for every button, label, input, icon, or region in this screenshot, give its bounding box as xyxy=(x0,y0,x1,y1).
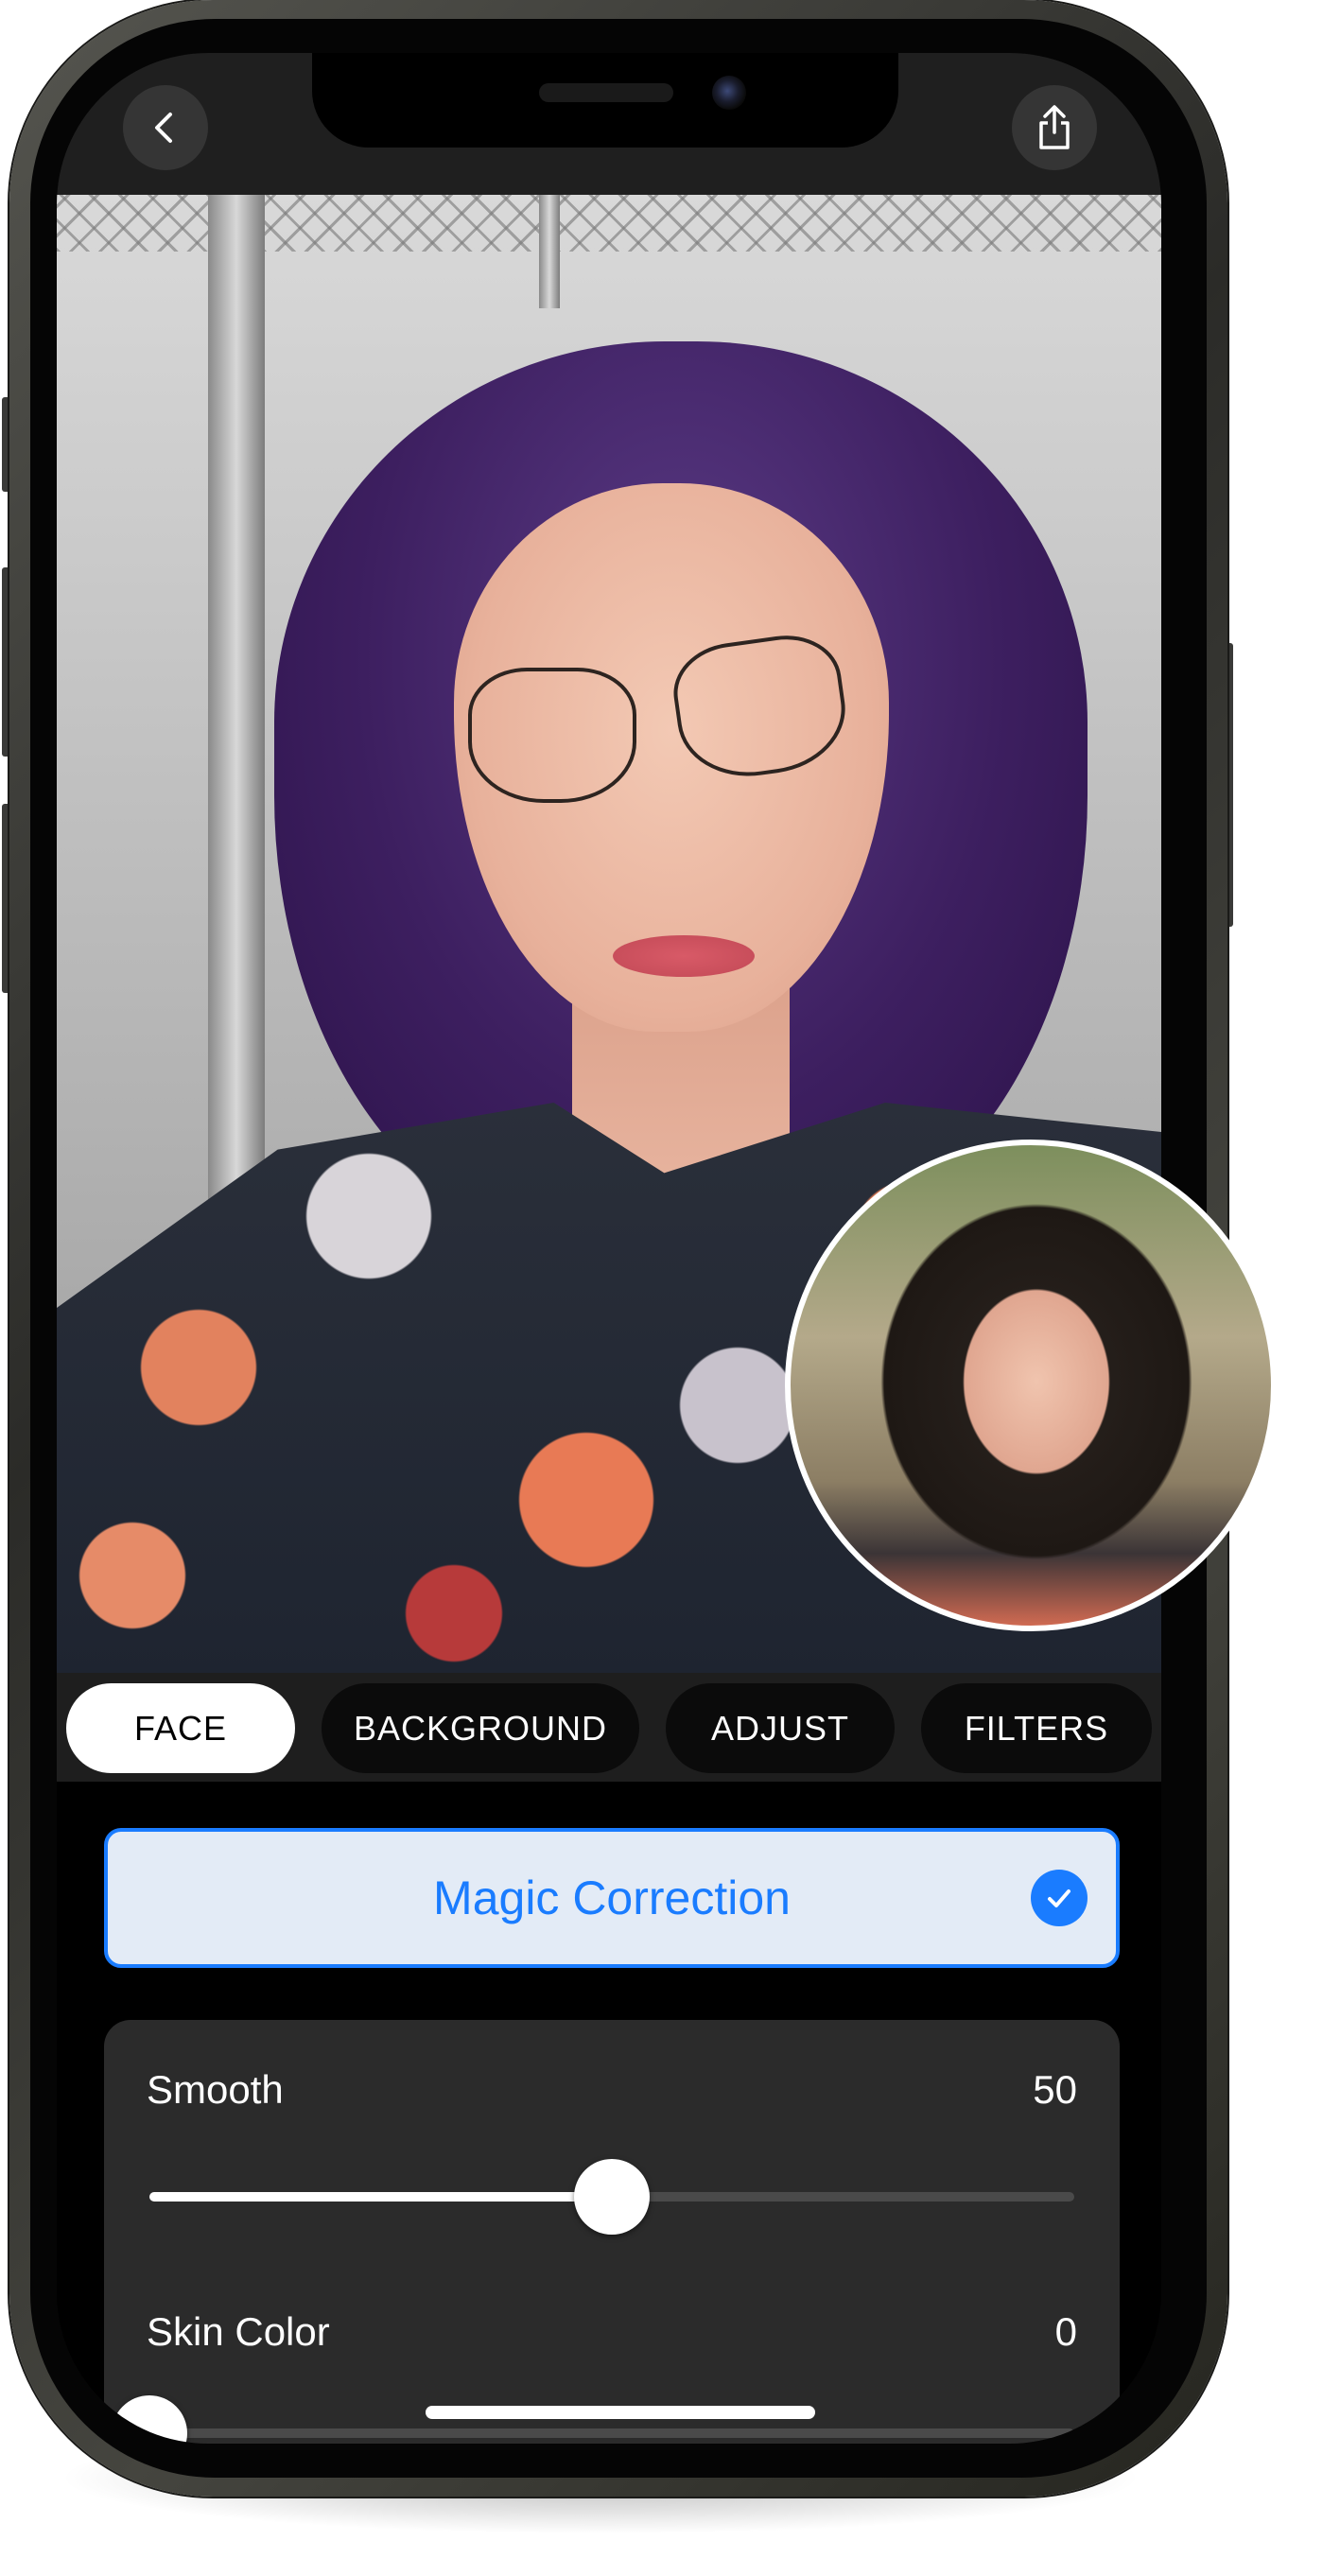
checkmark-icon xyxy=(1031,1870,1088,1926)
share-button[interactable] xyxy=(1012,85,1097,170)
background-pole xyxy=(539,195,560,308)
tab-adjust[interactable]: ADJUST xyxy=(666,1683,895,1773)
adjustments-panel: Smooth 50 Skin Color 0 xyxy=(104,2020,1120,2444)
tab-bar: FACE BACKGROUND ADJUST FILTERS xyxy=(57,1673,1161,1782)
back-button[interactable] xyxy=(123,85,208,170)
home-indicator xyxy=(426,2406,815,2419)
magic-correction-label: Magic Correction xyxy=(433,1871,791,1924)
tab-background[interactable]: BACKGROUND xyxy=(322,1683,639,1773)
earpiece-speaker xyxy=(539,83,673,102)
glasses-lens-left xyxy=(468,668,636,803)
tab-face[interactable]: FACE xyxy=(66,1683,295,1773)
smooth-slider-fill xyxy=(149,2192,612,2202)
skin-color-slider-thumb[interactable] xyxy=(112,2395,187,2444)
smooth-slider-thumb[interactable] xyxy=(574,2159,650,2235)
subject-lips xyxy=(613,935,755,977)
front-camera xyxy=(712,76,746,110)
original-photo-preview[interactable] xyxy=(785,1140,1277,1631)
tab-filters[interactable]: FILTERS xyxy=(921,1683,1152,1773)
skin-color-slider-track[interactable] xyxy=(149,2428,1074,2438)
background-pole xyxy=(208,195,265,1235)
magic-correction-button[interactable]: Magic Correction xyxy=(104,1828,1120,1968)
skin-color-label: Skin Color xyxy=(147,2309,330,2354)
share-icon xyxy=(1039,105,1070,149)
skin-color-value: 0 xyxy=(1054,2309,1077,2354)
chevron-left-icon xyxy=(155,113,172,143)
smooth-label: Smooth xyxy=(147,2067,284,2112)
smooth-value: 50 xyxy=(1033,2067,1077,2112)
